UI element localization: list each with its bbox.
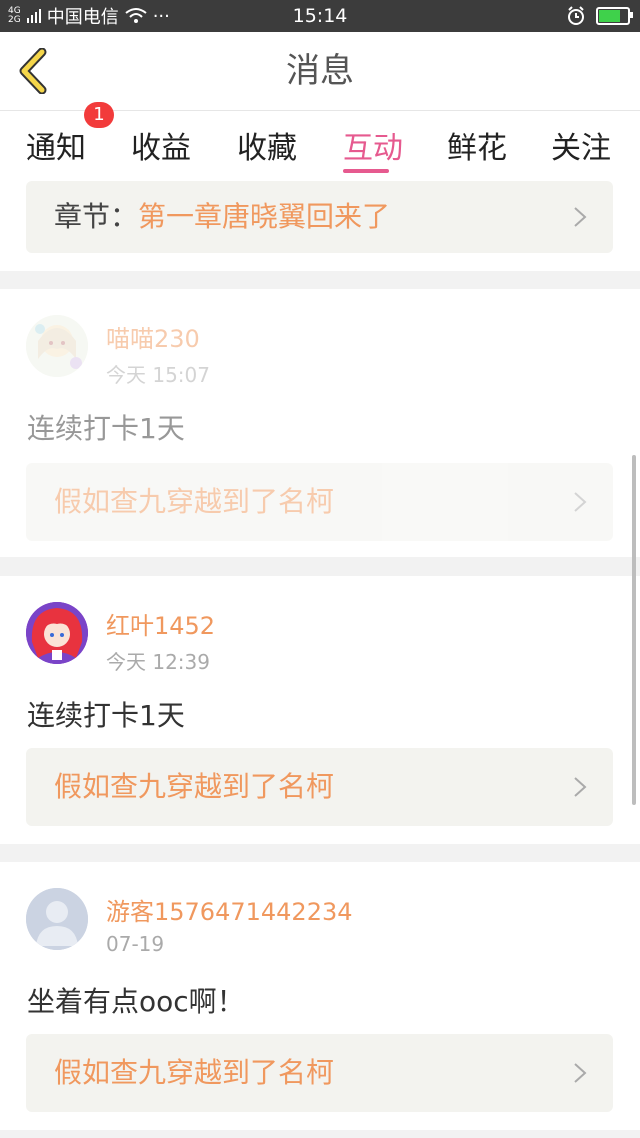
battery-level	[599, 10, 620, 22]
book-link-text: 假如查九穿越到了名柯	[54, 1056, 335, 1089]
chevron-right-icon	[574, 207, 587, 227]
message-card-content: 喵喵230 今天 15:07 连续打卡1天 假如查九穿越到了名柯	[0, 289, 640, 557]
chapter-prefix: 章节：	[54, 200, 139, 233]
status-right	[566, 0, 633, 32]
alarm-icon	[568, 6, 584, 25]
status-bar: 4G 2G 中国电信 ··· 15:14	[0, 0, 640, 32]
username[interactable]: 红叶1452	[106, 606, 215, 641]
default-user-avatar-icon	[26, 888, 88, 950]
anime-girl-avatar-icon	[26, 315, 88, 377]
book-link[interactable]: 假如查九穿越到了名柯	[26, 1034, 613, 1112]
comment-text: 连续打卡1天	[27, 412, 185, 445]
comment-text: 连续打卡1天	[27, 699, 185, 732]
message-time: 今天 15:07	[106, 363, 210, 387]
chapter-link[interactable]: 章节：第一章唐晓翼回来了	[26, 181, 613, 253]
chevron-right-icon	[574, 1063, 587, 1083]
notification-badge: 1	[84, 102, 114, 128]
comment-text: 坐着有点ooc啊！	[27, 985, 245, 1018]
message-card: 喵喵230 今天 15:07 连续打卡1天 假如查九穿越到了名柯	[0, 289, 640, 557]
scrollbar[interactable]	[632, 455, 636, 805]
username[interactable]: 游客1576471442234	[106, 892, 353, 927]
tab-favorites[interactable]: 收藏	[237, 123, 297, 167]
tab-interaction[interactable]: 互动	[343, 123, 403, 167]
chevron-right-icon	[574, 777, 587, 797]
message-time: 今天 12:39	[106, 650, 210, 674]
nav-bar: 消息	[0, 32, 640, 111]
book-link[interactable]: 假如查九穿越到了名柯	[26, 463, 613, 541]
red-hair-avatar-icon	[26, 602, 88, 664]
message-card: 游客1576471442234 07-19 坐着有点ooc啊！ 假如查九穿越到了…	[0, 862, 640, 1130]
user-avatar[interactable]	[26, 315, 88, 377]
message-card: 红叶1452 今天 12:39 连续打卡1天 假如查九穿越到了名柯	[0, 576, 640, 844]
user-avatar[interactable]	[26, 888, 88, 950]
chevron-right-icon	[574, 492, 587, 512]
battery-icon	[596, 7, 633, 25]
user-avatar[interactable]	[26, 602, 88, 664]
chapter-link-text: 章节：第一章唐晓翼回来了	[54, 181, 390, 253]
book-link-text: 假如查九穿越到了名柯	[54, 770, 335, 803]
tab-notification[interactable]: 通知	[26, 123, 86, 167]
message-card-chapter: 章节：第一章唐晓翼回来了	[0, 181, 640, 271]
page-title: 消息	[286, 51, 354, 91]
clock: 15:14	[292, 5, 348, 27]
tab-earnings[interactable]: 收益	[131, 123, 191, 167]
chapter-title: 第一章唐晓翼回来了	[138, 200, 391, 233]
message-time: 07-19	[106, 932, 165, 956]
book-link-text: 假如查九穿越到了名柯	[54, 485, 335, 518]
active-tab-indicator	[343, 169, 389, 173]
book-link[interactable]: 假如查九穿越到了名柯	[26, 748, 613, 826]
tab-follow[interactable]: 关注	[551, 123, 611, 167]
tab-flowers[interactable]: 鲜花	[447, 123, 507, 167]
username[interactable]: 喵喵230	[106, 319, 200, 354]
